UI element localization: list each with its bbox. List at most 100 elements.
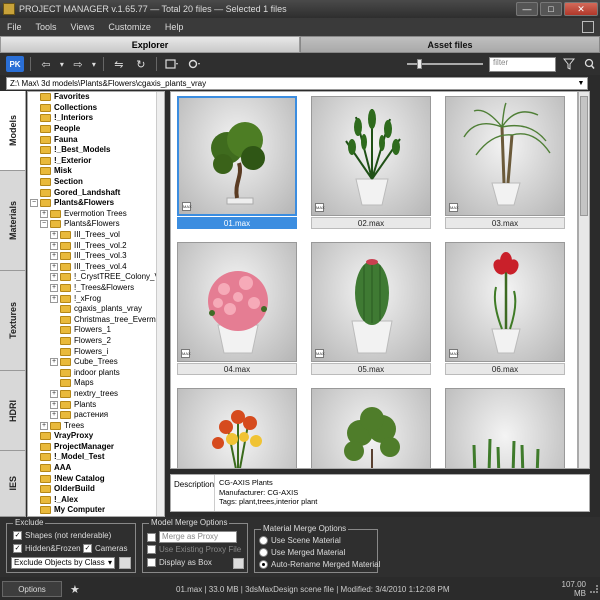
thumbnail-item[interactable]: MAX 06.max [445, 242, 565, 376]
thumbnail-item[interactable]: MAX 03.max [445, 96, 565, 230]
plant-thumbnail[interactable]: MAX [445, 96, 565, 216]
box-settings-button[interactable] [233, 558, 244, 569]
tree-item[interactable]: + !_Trees&Flowers [28, 283, 164, 294]
display-as-box-row[interactable]: Display as Box [147, 558, 212, 567]
side-tab-ies[interactable]: IES [0, 451, 25, 517]
material-option-row[interactable]: Use Scene Material [259, 536, 341, 545]
side-tab-models[interactable]: Models [0, 91, 25, 171]
tree-item[interactable]: People [28, 124, 164, 135]
thumbnail-caption[interactable]: 06.max [445, 363, 565, 375]
expand-toggle-icon[interactable]: + [40, 421, 48, 430]
plant-thumbnail[interactable]: MAX [311, 388, 431, 468]
pk-button[interactable]: PK [6, 56, 24, 72]
thumbnail-caption[interactable]: 01.max [177, 217, 297, 229]
tree-item[interactable]: Misk [28, 166, 164, 177]
tree-item[interactable]: + III_Trees_vol.2 [28, 240, 164, 251]
refresh-icon[interactable]: ↻ [132, 56, 150, 72]
path-bar[interactable]: Z:\ Max\ 3d models\Plants&Flowers\cgaxis… [6, 77, 588, 90]
forward-icon[interactable]: ⇨ [69, 56, 87, 72]
tree-item[interactable]: + Cube_Trees [28, 357, 164, 368]
menu-customize[interactable]: Customize [101, 22, 158, 32]
expand-toggle-icon[interactable]: + [40, 209, 48, 218]
shapes-checkbox[interactable]: ✓ [13, 531, 22, 540]
search-icon[interactable] [582, 56, 600, 72]
tree-item[interactable]: + Evermotion Trees [28, 209, 164, 220]
merge-as-select[interactable]: Merge as Proxy [159, 531, 237, 543]
menu-tools[interactable]: Tools [29, 22, 64, 32]
filter-icon[interactable] [560, 56, 578, 72]
plant-thumbnail[interactable]: MAX [177, 388, 297, 468]
thumbnail-item[interactable]: MAX 04.max [177, 242, 297, 376]
settings-icon[interactable] [185, 56, 203, 72]
close-button[interactable]: ✕ [564, 2, 598, 16]
tree-item[interactable]: − Plants&Flowers [28, 219, 164, 230]
plant-thumbnail[interactable]: MAX [445, 388, 565, 468]
tree-item[interactable]: !_Best_Models [28, 145, 164, 156]
tree-item[interactable]: + Plants [28, 399, 164, 410]
thumbnail-caption[interactable]: 02.max [311, 217, 431, 229]
radio-use-scene[interactable] [259, 536, 268, 545]
menu-file[interactable]: File [0, 22, 29, 32]
merge-as-row[interactable]: Merge as Proxy [147, 531, 237, 543]
tree-item[interactable]: + nextry_trees [28, 389, 164, 400]
use-existing-row[interactable]: Use Existing Proxy File [147, 545, 241, 554]
tree-item[interactable]: Flowers_2 [28, 336, 164, 347]
tree-item[interactable]: Christmas_tree_Evermotion [28, 314, 164, 325]
tree-item[interactable]: !_Alex [28, 495, 164, 506]
back-icon[interactable]: ⇦ [37, 56, 55, 72]
exclude-class-button[interactable] [119, 557, 131, 569]
expand-toggle-icon[interactable]: + [50, 231, 58, 240]
tree-item[interactable]: Maps [28, 378, 164, 389]
options-button[interactable]: Options [2, 581, 62, 597]
tree-item[interactable]: Fauna [28, 134, 164, 145]
tab-explorer[interactable]: Explorer [0, 36, 300, 53]
expand-toggle-icon[interactable]: + [50, 358, 58, 367]
thumbnail-size-slider[interactable] [406, 59, 483, 69]
radio-auto-rename[interactable] [259, 560, 268, 569]
expand-toggle-icon[interactable]: + [50, 411, 58, 420]
expand-toggle-icon[interactable]: + [50, 389, 58, 398]
tree-item[interactable]: + растения [28, 410, 164, 421]
tree-item[interactable]: − Plants&Flowers [28, 198, 164, 209]
thumbnail-item[interactable]: MAX 01.max [177, 96, 297, 230]
tree-item[interactable]: Section [28, 177, 164, 188]
tree-item[interactable]: Flowers_i [28, 346, 164, 357]
merge-as-checkbox[interactable] [147, 532, 156, 542]
tree-item[interactable]: + Trees [28, 420, 164, 431]
sync-icon[interactable]: ⇋ [110, 56, 128, 72]
thumbnail-item[interactable]: MAX [177, 388, 297, 468]
tree-item[interactable]: + III_Trees_vol.4 [28, 262, 164, 273]
cameras-checkbox-row[interactable]: ✓ Cameras [83, 544, 127, 553]
back-dropdown-icon[interactable]: ▾ [59, 56, 65, 72]
scrollbar-thumb[interactable] [580, 96, 588, 216]
hidden-frozen-checkbox[interactable]: ✓ [13, 544, 22, 553]
expand-toggle-icon[interactable]: − [30, 199, 38, 208]
tree-item[interactable]: My Computer [28, 505, 164, 516]
tree-scrollbar[interactable] [156, 92, 164, 516]
tree-item[interactable]: !New Catalog [28, 473, 164, 484]
material-option-row[interactable]: Auto-Rename Merged Material [259, 560, 380, 569]
radio-use-merged[interactable] [259, 548, 268, 557]
tree-item[interactable]: !_Interiors [28, 113, 164, 124]
menu-views[interactable]: Views [64, 22, 102, 32]
side-tab-textures[interactable]: Textures [0, 271, 25, 371]
plant-thumbnail[interactable]: MAX [177, 96, 297, 216]
expand-toggle-icon[interactable]: + [50, 294, 58, 303]
tree-item[interactable]: Collections [28, 103, 164, 114]
tree-item[interactable]: cgaxis_plants_vray [28, 304, 164, 315]
view-options-icon[interactable] [163, 56, 181, 72]
expand-toggle-icon[interactable]: + [50, 252, 58, 261]
menu-help[interactable]: Help [158, 22, 191, 32]
side-tab-materials[interactable]: Materials [0, 171, 25, 271]
tree-item[interactable]: + !_CrystTREE_Colony_VG [28, 272, 164, 283]
tree-item[interactable]: !_Exterior [28, 156, 164, 167]
expand-toggle-icon[interactable]: + [50, 262, 58, 271]
tree-item[interactable]: OlderBuild [28, 484, 164, 495]
thumbnail-item[interactable]: MAX 02.max [311, 96, 431, 230]
tree-item[interactable]: !_Model_Test [28, 452, 164, 463]
exclude-by-class-select[interactable]: Exclude Objects by Class ▾ [11, 557, 115, 569]
expand-toggle-icon[interactable]: + [50, 283, 58, 292]
thumbnail-item[interactable]: MAX [311, 388, 431, 468]
tree-item[interactable]: ProjectManager [28, 442, 164, 453]
expand-toggle-icon[interactable]: + [50, 400, 58, 409]
